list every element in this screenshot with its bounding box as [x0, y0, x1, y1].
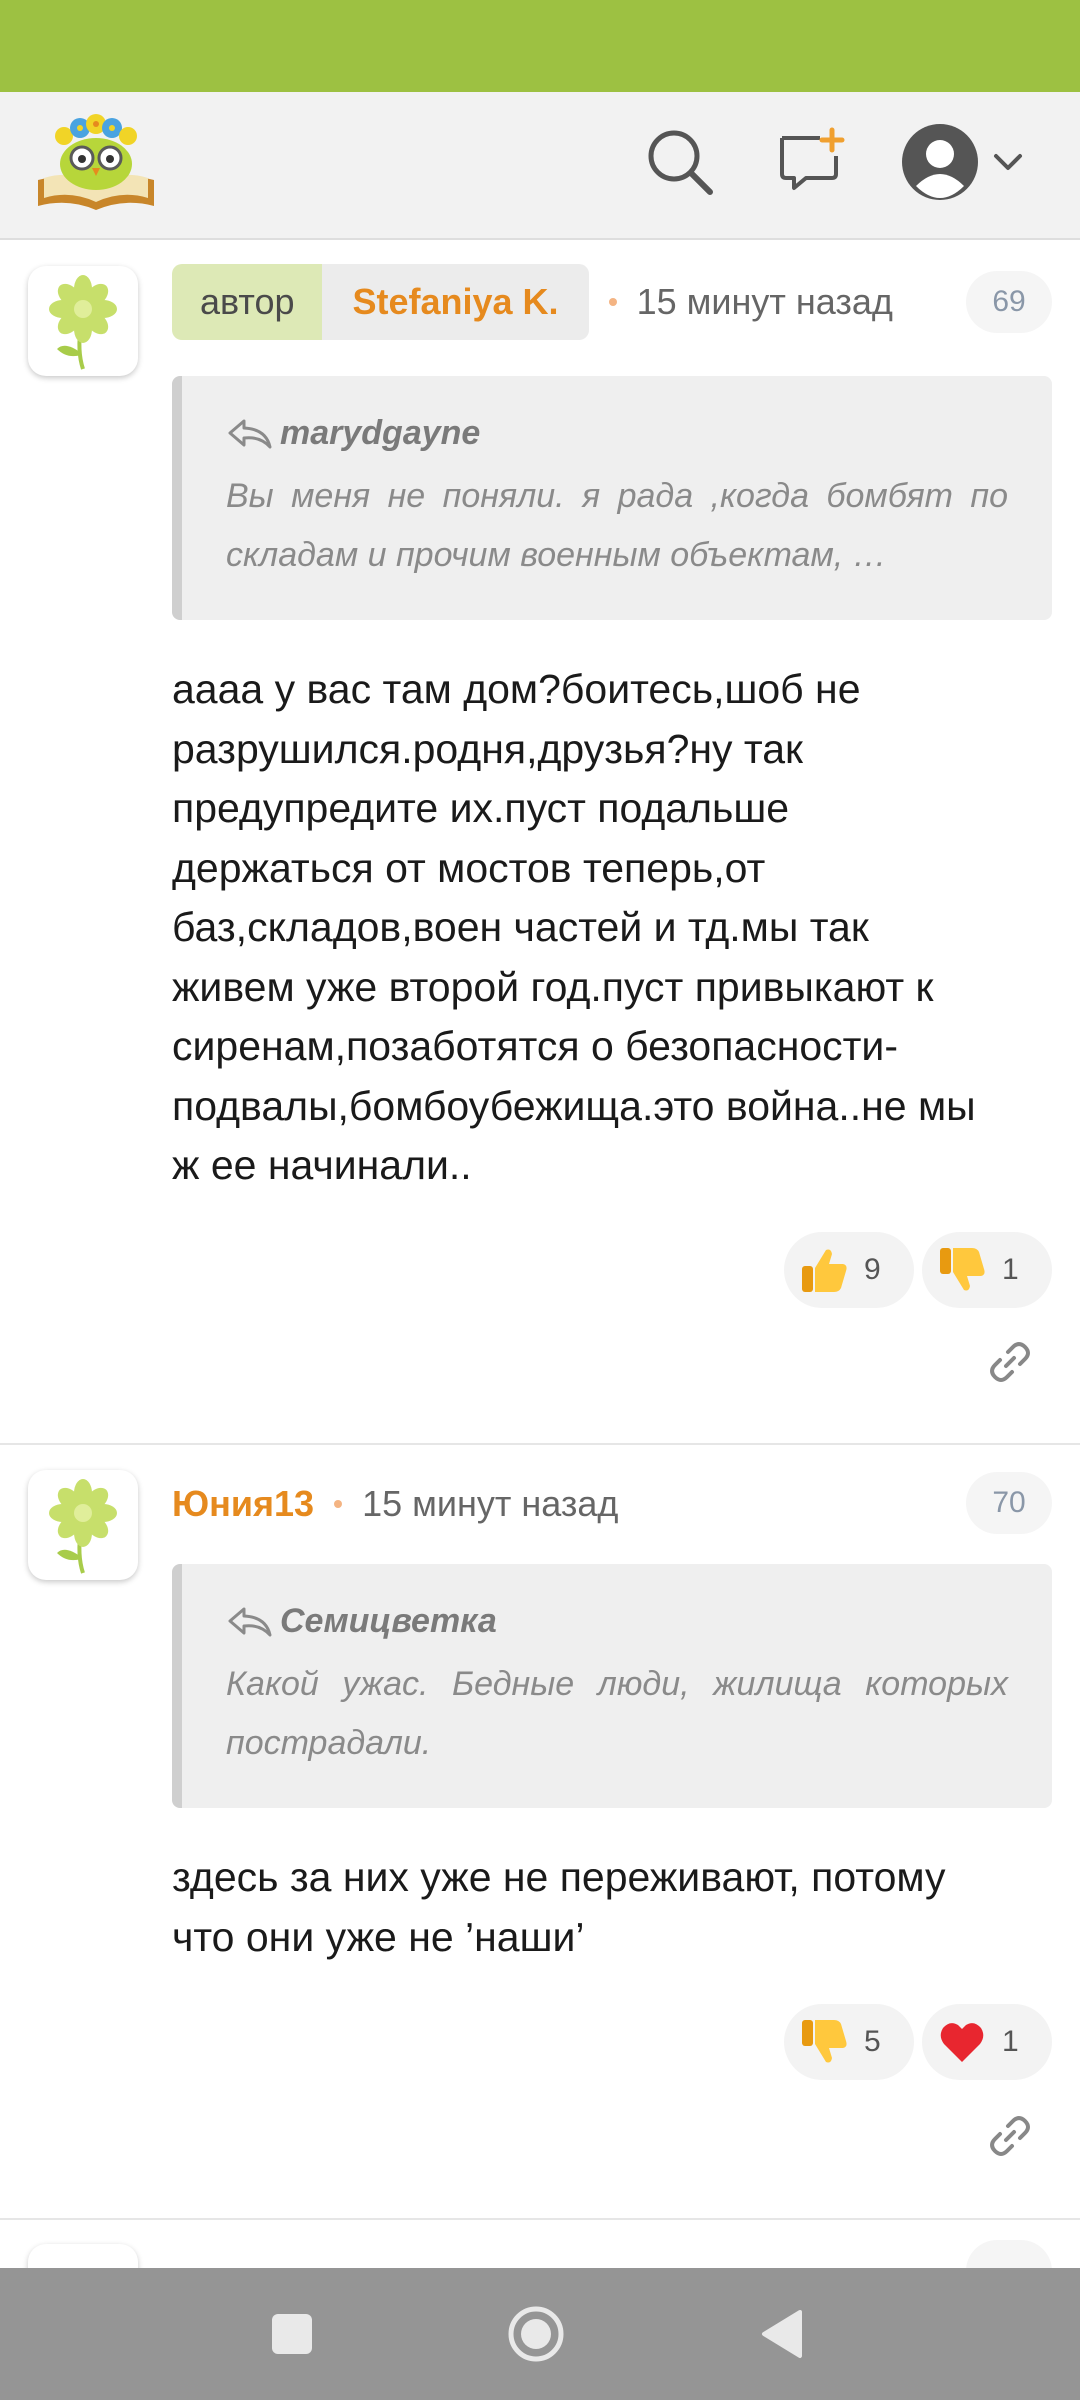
author-nickname[interactable]: Юния13 — [172, 1483, 314, 1525]
separator-dot — [334, 1500, 343, 1508]
chat-plus-icon[interactable] — [772, 122, 852, 202]
quote-author-name: marydgayne — [280, 414, 481, 452]
thumbs-down-icon — [802, 2020, 847, 2063]
reaction-thumbs-up[interactable]: 9 — [784, 1232, 914, 1308]
flower-avatar-icon — [49, 275, 117, 370]
comment-text: аааа у вас там дом?боитесь,шоб не разруш… — [172, 666, 976, 1188]
reply-arrow-icon — [228, 1607, 272, 1636]
separator-dot — [608, 298, 617, 306]
avatar[interactable] — [28, 1470, 138, 1580]
quote-author: Семицветка — [226, 1602, 1008, 1641]
comment-text: здесь за них уже не переживают, потому ч… — [172, 1854, 946, 1960]
heart-icon — [940, 2023, 984, 2062]
reaction-count: 9 — [864, 1253, 881, 1286]
author-tag: автор — [172, 264, 323, 340]
avatar[interactable] — [28, 266, 138, 376]
profile-menu[interactable] — [898, 120, 1038, 210]
thumbs-down-icon — [940, 1248, 985, 1291]
owl-logo-icon[interactable] — [34, 106, 158, 210]
system-nav-bar — [0, 2268, 1080, 2400]
square-icon[interactable] — [250, 2292, 334, 2376]
quote-block[interactable]: Семицветка Какой ужас. Бедные люди, жили… — [172, 1564, 1052, 1808]
comment-number: 70 — [966, 1472, 1052, 1534]
quote-text: Вы меня не поняли. я рада ,когда бомбят … — [226, 477, 1008, 574]
quote-text: Какой ужас. Бедные люди, жилища которых … — [226, 1665, 1008, 1762]
comment-time: 15 минут назад — [636, 281, 893, 322]
reply-arrow-icon — [228, 419, 272, 448]
status-bar — [0, 0, 1080, 92]
reaction-thumbs-down[interactable]: 5 — [784, 2004, 914, 2080]
reaction-count: 1 — [1002, 2025, 1019, 2058]
quote-block[interactable]: marydgayne Вы меня не поняли. я рада ,ко… — [172, 376, 1052, 620]
app-header — [0, 92, 1080, 240]
author-pill[interactable]: автор Stefaniya K. — [172, 264, 589, 340]
circle-icon[interactable] — [494, 2292, 578, 2376]
reaction-count: 1 — [1002, 1253, 1019, 1286]
link-icon[interactable] — [978, 1330, 1042, 1394]
reaction-heart[interactable]: 1 — [922, 2004, 1052, 2080]
search-icon[interactable] — [640, 122, 720, 202]
author-nickname[interactable]: Stefaniya K. — [322, 264, 589, 340]
quote-author: marydgayne — [226, 414, 1008, 453]
divider — [0, 1443, 1080, 1445]
thumbs-up-icon — [802, 1249, 847, 1292]
reaction-thumbs-down[interactable]: 1 — [922, 1232, 1052, 1308]
link-icon[interactable] — [978, 2104, 1042, 2168]
triangle-back-icon[interactable] — [740, 2292, 824, 2376]
reaction-count: 5 — [864, 2025, 881, 2058]
flower-avatar-icon — [49, 1479, 117, 1574]
comment-time: 15 минут назад — [362, 1483, 619, 1524]
comment-number: 69 — [966, 271, 1052, 333]
comment-meta: Юния13 15 минут назад — [172, 1466, 618, 1542]
comment-meta: автор Stefaniya K. 15 минут назад — [172, 264, 893, 340]
quote-author-name: Семицветка — [280, 1602, 497, 1640]
divider — [0, 2218, 1080, 2220]
